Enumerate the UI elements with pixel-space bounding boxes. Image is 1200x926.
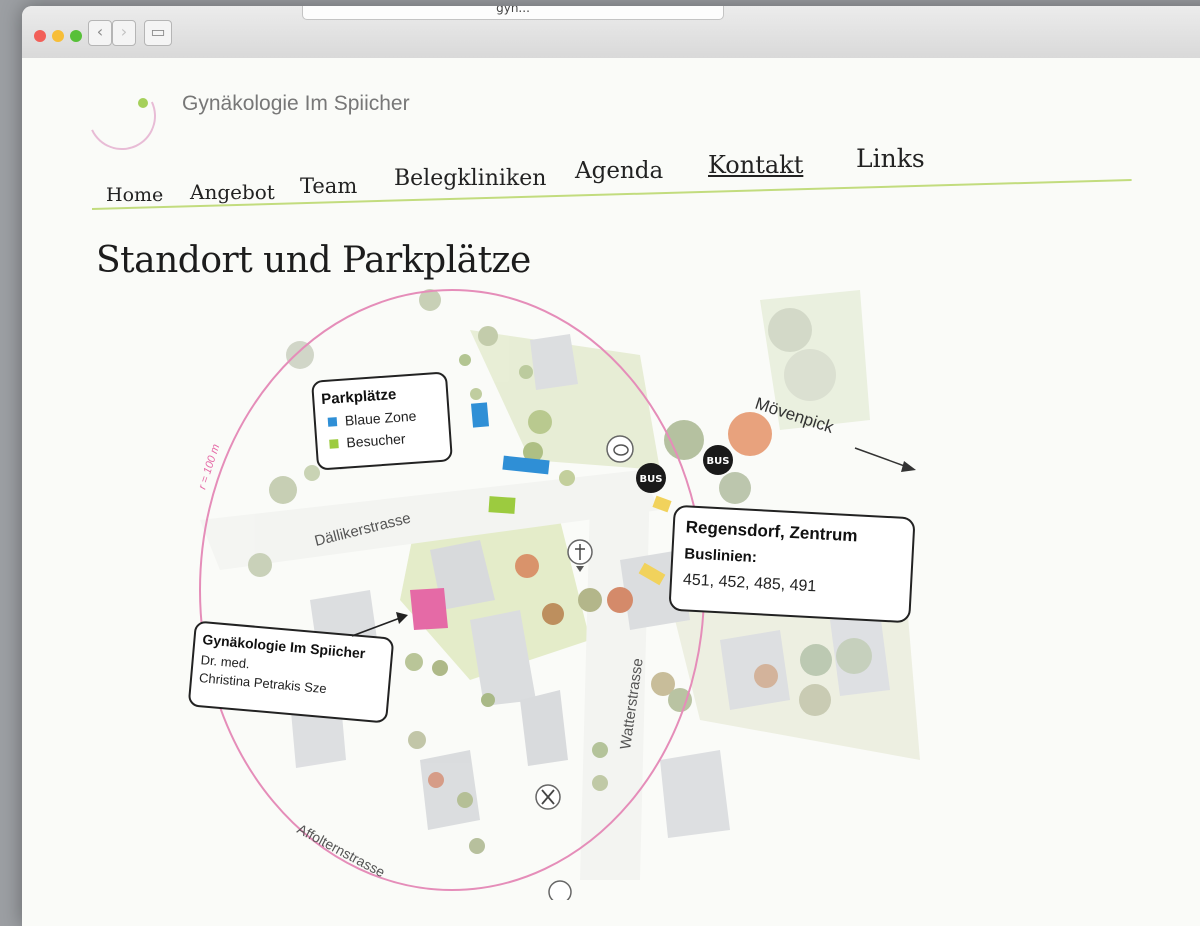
legend-swatch-blue <box>327 417 338 427</box>
street-affolternstrasse: Affolternstrasse <box>295 821 388 881</box>
location-map: r = 100 m Dällikerstrasse Watterstrasse … <box>188 289 920 900</box>
bus-stop-icon: BUS <box>703 445 733 475</box>
bus-stop-icon: BUS <box>636 463 666 493</box>
restaurant-icon <box>535 784 561 810</box>
bus-badge-label: BUS <box>707 456 730 467</box>
parking-visitors <box>488 496 516 514</box>
radius-label: r = 100 m <box>196 443 222 491</box>
bus-badge-label: BUS <box>640 474 663 485</box>
parking-legend-box: Parkplätze Blaue Zone Besucher <box>311 372 453 470</box>
bus-info-box: Regensdorf, Zentrum Buslinien: 451, 452,… <box>669 505 915 623</box>
map-icon-bottom <box>548 880 572 900</box>
piggy-bank-icon <box>606 435 634 463</box>
movenpick-arrow <box>854 447 911 469</box>
practice-marker <box>410 588 448 630</box>
legend-swatch-green <box>329 439 339 449</box>
